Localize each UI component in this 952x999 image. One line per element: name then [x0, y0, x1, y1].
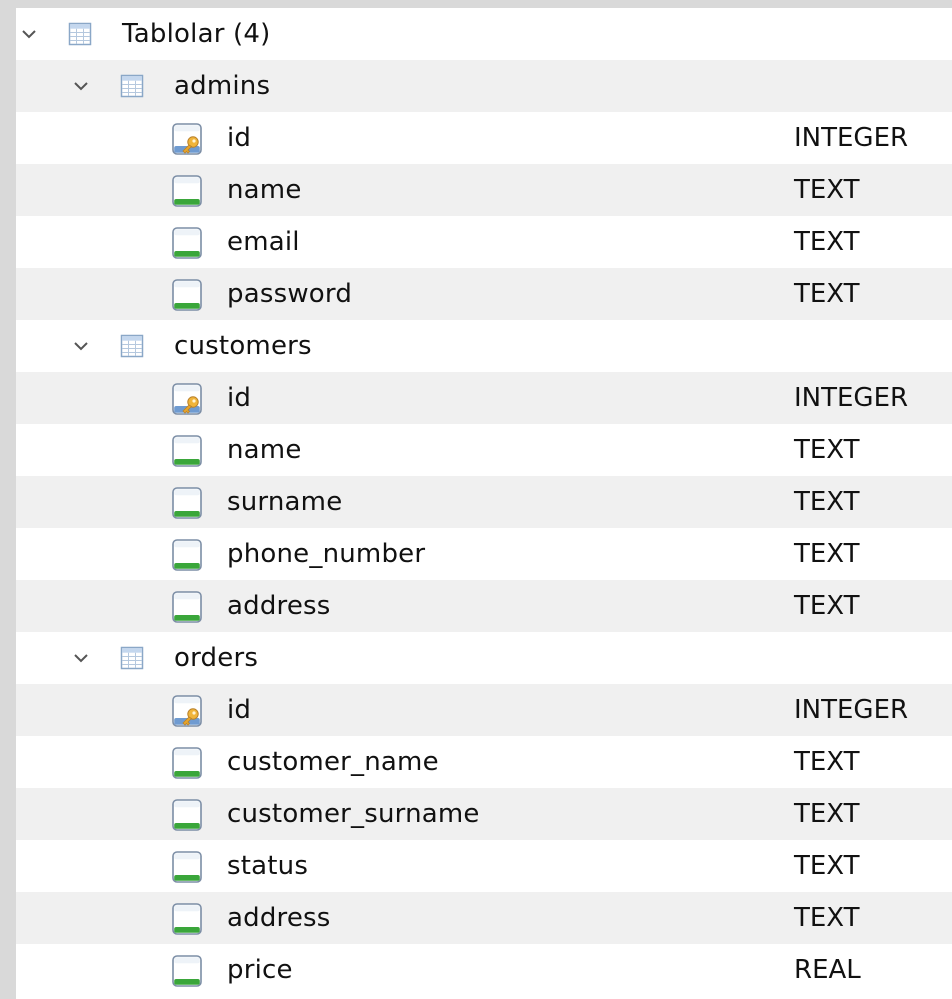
- column-type: REAL: [794, 955, 861, 985]
- column-name: name: [227, 435, 302, 465]
- table-icon: [68, 22, 92, 46]
- chevron-down-icon[interactable]: [20, 25, 38, 43]
- column-node[interactable]: status TEXT: [16, 840, 952, 892]
- primary-key-column-icon: [170, 122, 204, 156]
- column-icon: [170, 850, 204, 884]
- column-node[interactable]: name TEXT: [16, 164, 952, 216]
- column-node[interactable]: surname TEXT: [16, 476, 952, 528]
- chevron-down-icon[interactable]: [72, 337, 90, 355]
- column-name: status: [227, 851, 309, 881]
- column-node[interactable]: id INTEGER: [16, 112, 952, 164]
- column-icon: [170, 746, 204, 780]
- column-node[interactable]: phone_number TEXT: [16, 528, 952, 580]
- column-node[interactable]: customer_name TEXT: [16, 736, 952, 788]
- table-name: customers: [174, 331, 312, 361]
- column-node[interactable]: name TEXT: [16, 424, 952, 476]
- schema-tree: Tablolar (4) admins id INTEGER name TEXT email…: [16, 8, 952, 999]
- column-name: name: [227, 175, 302, 205]
- chevron-down-icon[interactable]: [72, 649, 90, 667]
- column-name: id: [227, 123, 252, 153]
- column-name: address: [227, 591, 331, 621]
- column-name: customer_surname: [227, 799, 480, 829]
- column-icon: [170, 278, 204, 312]
- column-type: TEXT: [794, 435, 860, 465]
- column-icon: [170, 798, 204, 832]
- table-icon: [120, 74, 144, 98]
- column-icon: [170, 538, 204, 572]
- column-type: INTEGER: [794, 123, 909, 153]
- column-icon: [170, 226, 204, 260]
- column-type: TEXT: [794, 539, 860, 569]
- column-name: email: [227, 227, 300, 257]
- column-node[interactable]: password TEXT: [16, 268, 952, 320]
- column-name: customer_name: [227, 747, 439, 777]
- column-node[interactable]: price REAL: [16, 944, 952, 996]
- column-name: password: [227, 279, 353, 309]
- column-type: INTEGER: [794, 695, 909, 725]
- column-node[interactable]: address TEXT: [16, 580, 952, 632]
- table-node[interactable]: customers: [16, 320, 952, 372]
- column-type: TEXT: [794, 175, 860, 205]
- table-name: admins: [174, 71, 271, 101]
- tree-root-label: Tablolar (4): [122, 19, 271, 49]
- column-name: id: [227, 383, 252, 413]
- column-node[interactable]: id INTEGER: [16, 372, 952, 424]
- column-icon: [170, 902, 204, 936]
- column-name: surname: [227, 487, 343, 517]
- column-node[interactable]: address TEXT: [16, 892, 952, 944]
- column-name: address: [227, 903, 331, 933]
- column-type: TEXT: [794, 851, 860, 881]
- table-icon: [120, 646, 144, 670]
- column-type: TEXT: [794, 279, 860, 309]
- tree-root-node[interactable]: Tablolar (4): [16, 8, 952, 60]
- table-name: orders: [174, 643, 259, 673]
- column-name: id: [227, 695, 252, 725]
- table-node[interactable]: admins: [16, 60, 952, 112]
- table-node[interactable]: orders: [16, 632, 952, 684]
- column-icon: [170, 486, 204, 520]
- column-type: INTEGER: [794, 383, 909, 413]
- column-type: TEXT: [794, 487, 860, 517]
- column-type: TEXT: [794, 227, 860, 257]
- column-node[interactable]: id INTEGER: [16, 684, 952, 736]
- column-node[interactable]: email TEXT: [16, 216, 952, 268]
- primary-key-column-icon: [170, 382, 204, 416]
- column-icon: [170, 954, 204, 988]
- column-type: TEXT: [794, 747, 860, 777]
- column-type: TEXT: [794, 903, 860, 933]
- column-type: TEXT: [794, 799, 860, 829]
- chevron-down-icon[interactable]: [72, 77, 90, 95]
- column-icon: [170, 174, 204, 208]
- column-type: TEXT: [794, 591, 860, 621]
- column-icon: [170, 590, 204, 624]
- table-icon: [120, 334, 144, 358]
- column-name: price: [227, 955, 293, 985]
- column-node[interactable]: customer_surname TEXT: [16, 788, 952, 840]
- column-name: phone_number: [227, 539, 426, 569]
- column-icon: [170, 434, 204, 468]
- primary-key-column-icon: [170, 694, 204, 728]
